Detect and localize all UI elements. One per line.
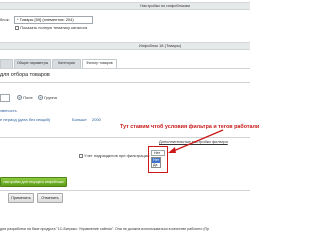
- iblock-select[interactable]: * Товары [59] (элементов: 204): [14, 16, 93, 24]
- subsections-listbox[interactable]: Нет Да: [151, 157, 161, 168]
- tab-product-filter[interactable]: Фильтр товаров: [82, 59, 117, 68]
- iblock-label: блок:: [0, 17, 10, 22]
- option-yes[interactable]: Да: [152, 163, 160, 168]
- settings-header-title: Настройки по инфоблокам: [140, 3, 190, 8]
- period-compare: Больше: [72, 117, 87, 122]
- tab-0[interactable]: [0, 59, 13, 68]
- filter-field-group[interactable]: + Поле: [17, 95, 33, 101]
- section-title: для отбора товаров: [0, 72, 50, 78]
- settings-header-bar: Настройки по инфоблокам: [0, 2, 250, 10]
- tabs-underline: [0, 68, 250, 69]
- show-all-label: Показать полную тематику каталога: [20, 25, 88, 30]
- filter-condition-select[interactable]: [0, 94, 10, 102]
- show-all-row: Показать полную тематику каталога: [15, 25, 87, 30]
- cancel-button[interactable]: Отменить: [37, 193, 63, 203]
- tab-general[interactable]: Общие параметры: [14, 59, 51, 68]
- footer-notice: для разработки на базе продукта "1С-Битр…: [0, 227, 210, 231]
- subsections-row: Учет подразделов при фильтрации:: [79, 153, 150, 159]
- period-label: е период (дата без секций): [0, 117, 51, 122]
- add-group-icon: +: [38, 95, 43, 101]
- iblock-title: Инфоблок 18 (Товары): [138, 43, 182, 48]
- filter-group-group[interactable]: + Группа: [38, 95, 57, 101]
- add-field-icon: +: [17, 95, 22, 101]
- add-group-label: Группа: [44, 95, 57, 100]
- tab-categories[interactable]: Категории: [52, 59, 81, 68]
- option-no[interactable]: Нет: [152, 158, 160, 163]
- subsections-checkbox[interactable]: [79, 153, 83, 158]
- bottom-divider: [0, 190, 250, 191]
- period-value: 2000: [92, 117, 101, 122]
- subsections-select[interactable]: Нет: [151, 150, 165, 156]
- arrow-icon: [168, 129, 224, 153]
- show-all-checkbox[interactable]: [15, 25, 19, 30]
- section-divider: [0, 82, 250, 83]
- text-ovienost: хвеность: [0, 108, 17, 113]
- apply-button[interactable]: Применить: [8, 193, 34, 203]
- iblock-title-bar: Инфоблок 18 (Товары): [0, 42, 250, 50]
- subsections-label: Учет подразделов при фильтрации:: [84, 153, 151, 158]
- add-field-label: Поле: [23, 95, 33, 100]
- apply-settings-button[interactable]: настройки для текущего инфоблока: [0, 177, 67, 187]
